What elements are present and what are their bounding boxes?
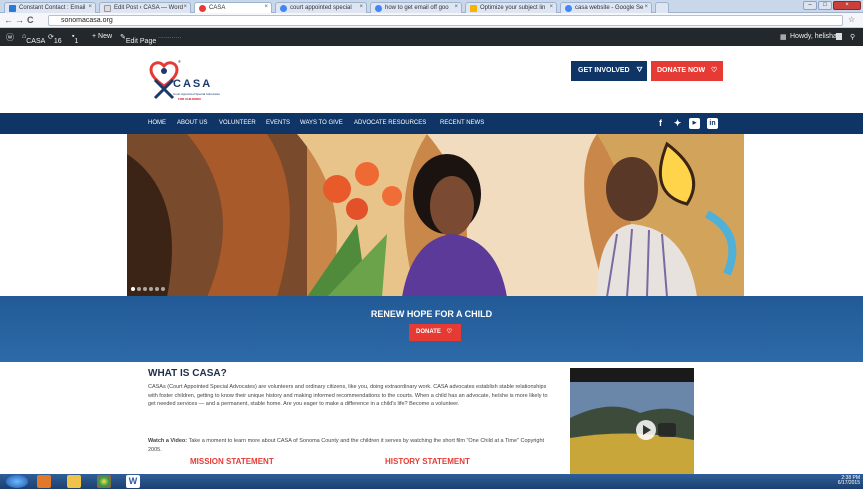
donate-now-button[interactable]: DONATE NOW ♡ <box>651 61 723 81</box>
logo-wordmark: CASA <box>173 78 213 90</box>
close-tab-icon[interactable]: × <box>454 4 458 10</box>
maximize-button[interactable]: □ <box>818 1 832 10</box>
google-icon <box>375 5 382 12</box>
banner-title: RENEW HOPE FOR A CHILD <box>370 309 493 319</box>
tab-optimize-subject[interactable]: Optimize your subject lin × <box>465 2 557 13</box>
google-icon <box>280 5 287 12</box>
updates-link[interactable]: ⟳ 16 <box>48 33 62 45</box>
browser-tab-strip: Constant Contact : Email × Edit Post ‹ CA… <box>0 0 863 14</box>
close-window-button[interactable]: × <box>833 1 861 10</box>
what-is-casa-heading: WHAT IS CASA? <box>148 368 227 379</box>
heart-icon: ♡ <box>711 67 718 74</box>
wp-admin-bar: ⓦ ⌂ CASA ⟳ 16 ▪ 1 + New ✎ Edit Page ....… <box>0 28 863 46</box>
admin-search-icon[interactable]: ⚲ <box>850 33 855 41</box>
nav-advocate-resources[interactable]: ADVOCATE RESOURCES <box>354 120 426 126</box>
history-statement-link[interactable]: HISTORY STATEMENT <box>385 457 470 466</box>
twitter-icon[interactable]: ✦ <box>672 118 683 129</box>
address-bar-row: ← → C sonomacasa.org ☆ <box>0 13 863 28</box>
start-button-icon[interactable] <box>6 475 28 488</box>
screen: Constant Contact : Email × Edit Post ‹ CA… <box>0 0 863 489</box>
forward-icon[interactable]: → <box>15 15 24 25</box>
chrome-taskbar-icon[interactable] <box>97 475 111 488</box>
nav-recent-news[interactable]: RECENT NEWS <box>440 120 484 126</box>
wordpress-icon[interactable]: ⓦ <box>6 32 14 43</box>
edit-page-link[interactable]: ✎ Edit Page <box>120 33 156 45</box>
tab-edit-post[interactable]: Edit Post ‹ CASA — Word × <box>99 2 191 13</box>
back-icon[interactable]: ← <box>4 15 13 25</box>
heart-icon: ♡ <box>446 329 452 335</box>
main-navigation: HOME ABOUT US VOLUNTEER EVENTS WAYS TO G… <box>0 113 863 134</box>
bookmark-star-icon[interactable]: ☆ <box>848 15 855 25</box>
logo-tagline-children: FOR CHILDREN <box>178 97 201 101</box>
svg-text:®: ® <box>178 59 181 64</box>
get-involved-button[interactable]: GET INVOLVED ⛛ <box>571 61 647 81</box>
banner-donate-button[interactable]: DONATE ♡ <box>409 324 461 341</box>
reload-icon[interactable]: C <box>27 15 34 25</box>
nav-home[interactable]: HOME <box>148 120 166 126</box>
renew-hope-banner: RENEW HOPE FOR A CHILD DONATE ♡ <box>0 296 863 362</box>
close-tab-icon[interactable]: × <box>88 4 92 10</box>
close-tab-icon[interactable]: × <box>183 4 187 10</box>
nav-ways-to-give[interactable]: WAYS TO GIVE <box>300 120 343 126</box>
outlook-taskbar-icon[interactable] <box>37 475 51 488</box>
avatar[interactable] <box>836 33 842 40</box>
tab-court-appointed[interactable]: court appointed special × <box>275 2 367 13</box>
figure-body <box>153 78 175 100</box>
windows-taskbar: W 2:38 PM 6/17/2015 <box>0 474 863 489</box>
tab-casa-website-search[interactable]: casa website - Google Se × <box>560 2 652 13</box>
youtube-icon[interactable]: ▶ <box>689 118 700 129</box>
hands-icon: ⛛ <box>636 67 643 74</box>
constant-contact-icon <box>9 5 16 12</box>
howdy-link[interactable]: Howdy, helisha <box>790 33 837 40</box>
video-player[interactable] <box>570 368 694 474</box>
admin-extra: ............ <box>158 33 182 40</box>
new-content-link[interactable]: + New <box>92 33 112 40</box>
casa-heart-icon <box>199 5 206 12</box>
minimize-button[interactable]: – <box>803 1 817 10</box>
logo-tagline: Court Appointed Special Advocates <box>173 92 220 96</box>
comments-link[interactable]: ▪ 1 <box>72 33 78 45</box>
url-input[interactable]: sonomacasa.org <box>48 15 843 26</box>
close-tab-icon[interactable]: × <box>549 4 553 10</box>
screen-options-icon[interactable]: ▦ <box>780 33 787 41</box>
explorer-folder-icon[interactable] <box>67 475 81 488</box>
system-tray-clock[interactable]: 2:38 PM 6/17/2015 <box>780 476 860 486</box>
nav-events[interactable]: EVENTS <box>266 120 290 126</box>
page-icon <box>104 5 111 12</box>
new-tab-button[interactable] <box>655 2 669 13</box>
tab-constant-contact[interactable]: Constant Contact : Email × <box>4 2 96 13</box>
word-taskbar-icon[interactable]: W <box>126 475 140 488</box>
google-icon <box>565 5 572 12</box>
linkedin-icon[interactable]: in <box>707 118 718 129</box>
admin-site-link[interactable]: ⌂ CASA <box>22 33 45 45</box>
what-is-casa-text: CASAs (Court Appointed Special Advocates… <box>148 384 548 408</box>
close-tab-icon[interactable]: × <box>264 4 268 10</box>
hero-image <box>127 134 744 297</box>
nav-volunteer[interactable]: VOLUNTEER <box>219 120 256 126</box>
mission-statement-link[interactable]: MISSION STATEMENT <box>190 457 274 466</box>
page-icon <box>470 5 477 12</box>
close-tab-icon[interactable]: × <box>644 4 648 10</box>
watch-video-text: Watch a Video: Take a moment to learn mo… <box>148 438 545 453</box>
figure-head <box>161 68 167 74</box>
nav-about-us[interactable]: ABOUT US <box>177 120 208 126</box>
facebook-icon[interactable]: f <box>655 118 666 129</box>
close-tab-icon[interactable]: × <box>359 4 363 10</box>
tab-email-off-google[interactable]: how to get email off goo × <box>370 2 462 13</box>
